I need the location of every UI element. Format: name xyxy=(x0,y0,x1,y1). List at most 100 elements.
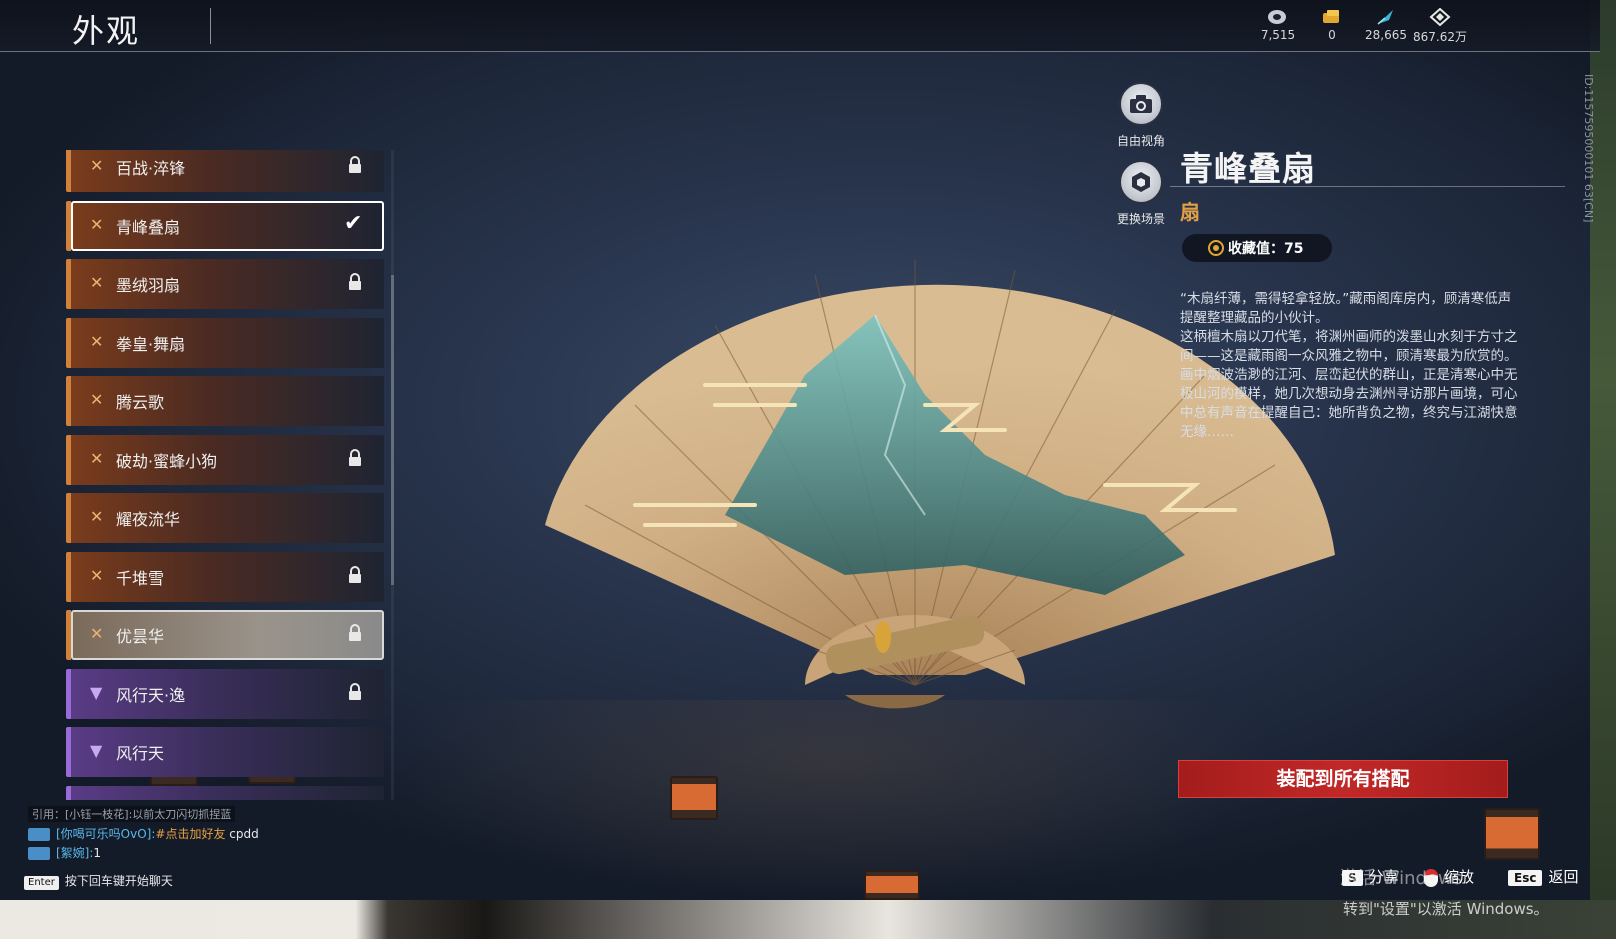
list-item[interactable]: ✕ 千堆雪 xyxy=(66,551,384,602)
list-item[interactable]: ✕ 青峰叠扇 ✔ xyxy=(66,200,384,251)
chat-panel[interactable]: 引用：[小钰一枝花]:以前太刀闪切抓捏蓝 [你喝可乐吗OvO]:#点击加好友 c… xyxy=(28,806,428,863)
cross-emblem-icon: ✕ xyxy=(90,331,104,351)
trident-emblem-icon: ▼ xyxy=(90,682,103,702)
change-scene-label: 更换场景 xyxy=(1116,212,1165,226)
list-item[interactable]: ▼ 风行天·幽 xyxy=(66,785,384,801)
list-item-label: 百战·淬锋 xyxy=(116,159,186,178)
channel-tag-icon xyxy=(28,847,50,860)
list-item-label: 风行天·幽 xyxy=(116,799,185,801)
free-view-button[interactable]: 自由视角 xyxy=(1101,82,1181,149)
item-description: “木扇纤薄，需得轻拿轻放。”藏雨阁库房内，顾清寒低声提醒整理藏品的小伙计。 这柄… xyxy=(1180,290,1520,442)
lantern-decoration xyxy=(864,870,920,900)
lock-icon xyxy=(349,565,361,583)
appearance-list: ✕ 百战·淬锋 ✕ 青峰叠扇 ✔ ✕ 墨绒羽扇 ✕ 拳皇·舞扇 ✕ 腾云歌 ✕ 破劫·蜜蜂小狗 ✕ 耀夜流华… xyxy=(66,150,396,800)
lock-icon xyxy=(349,448,361,466)
cross-emblem-icon: ✕ xyxy=(90,624,104,643)
chat-hint-text: 按下回车键开始聊天 xyxy=(64,874,173,888)
collect-icon xyxy=(1208,240,1224,256)
list-item[interactable]: ✕ 耀夜流华 xyxy=(66,493,384,543)
activation-watermark-text: 转到"设置"以激活 Windows。 xyxy=(1343,900,1549,918)
lantern-decoration xyxy=(1484,808,1540,860)
currency-feather-value: 28,665 xyxy=(1365,28,1407,42)
cross-emblem-icon: ✕ xyxy=(90,214,104,234)
cross-emblem-icon: ✕ xyxy=(90,390,104,409)
currency-ticket-value: 0 xyxy=(1328,28,1336,42)
list-item[interactable]: ✕ 优昙华 xyxy=(66,610,384,660)
lock-icon xyxy=(349,273,361,290)
chat-sender[interactable]: [絮婉]: xyxy=(56,846,93,860)
trident-emblem-icon: ▼ xyxy=(90,741,103,760)
chat-quote: 引用：[小钰一枝花]:以前太刀闪切抓捏蓝 xyxy=(28,806,236,822)
currency-jade[interactable]: 7,515 xyxy=(1248,8,1308,42)
lock-icon xyxy=(349,624,361,641)
currency-diamond-value: 867.62万 xyxy=(1413,30,1467,44)
title-divider xyxy=(210,8,211,44)
ticket-icon xyxy=(1323,10,1339,23)
chat-add-friend-link[interactable]: #点击加好友 xyxy=(155,827,225,841)
esc-key-icon: Esc xyxy=(1508,870,1543,886)
feather-icon xyxy=(1377,10,1393,25)
chat-message: [絮婉]:1 xyxy=(28,844,428,860)
currency-jade-value: 7,515 xyxy=(1260,28,1296,42)
cross-emblem-icon: ✕ xyxy=(90,507,104,526)
list-item-label: 青峰叠扇 xyxy=(116,217,181,237)
name-divider xyxy=(1170,186,1565,187)
free-view-label: 自由视角 xyxy=(1116,134,1165,148)
description-paragraph: “木扇纤薄，需得轻拿轻放。”藏雨阁库房内，顾清寒低声提醒整理藏品的小伙计。 xyxy=(1180,291,1512,326)
currency-feather[interactable]: 28,665 xyxy=(1356,8,1416,42)
list-item[interactable]: ▼ 风行天·逸 xyxy=(66,668,384,719)
cross-emblem-icon: ✕ xyxy=(90,273,104,292)
back-button[interactable]: Esc 返回 xyxy=(1508,866,1578,887)
change-scene-button[interactable]: 更换场景 xyxy=(1101,160,1181,227)
item-type: 扇 xyxy=(1180,200,1200,224)
jade-icon xyxy=(1268,10,1286,24)
list-item-label: 千堆雪 xyxy=(116,568,165,588)
list-item-label: 破劫·蜜蜂小狗 xyxy=(116,451,218,471)
cube-icon xyxy=(1119,160,1163,204)
cross-emblem-icon: ✕ xyxy=(90,565,104,585)
list-item-label: 风行天·逸 xyxy=(116,685,186,705)
chat-quote-line: 引用：[小钰一枝花]:以前太刀闪切抓捏蓝 xyxy=(28,806,428,822)
list-item[interactable]: ✕ 破劫·蜜蜂小狗 xyxy=(66,434,384,485)
lock-icon xyxy=(349,682,361,700)
lock-icon xyxy=(349,156,361,173)
collect-value-badge: 收藏值：75 xyxy=(1182,234,1332,262)
back-label: 返回 xyxy=(1548,868,1579,886)
camera-icon xyxy=(1119,82,1163,126)
chat-input-hint[interactable]: Enter 按下回车键开始聊天 xyxy=(24,872,173,890)
list-item[interactable]: ▼ 风行天 xyxy=(66,727,384,777)
cross-emblem-icon: ✕ xyxy=(90,448,104,468)
cross-emblem-icon: ✕ xyxy=(90,156,104,175)
equip-all-button[interactable]: 装配到所有搭配 xyxy=(1178,760,1508,798)
list-item[interactable]: ✕ 墨绒羽扇 xyxy=(66,259,384,309)
description-paragraph: 这柄檀木扇以刀代笔，将渊州画师的泼墨山水刻于方寸之间——这是藏雨阁一众风雅之物中… xyxy=(1180,329,1518,364)
chat-sender[interactable]: [你喝可乐吗OvO]: xyxy=(56,827,155,841)
chat-text: 1 xyxy=(93,846,102,860)
player-id: ID:1157595000101 63[CN] xyxy=(1582,74,1595,223)
list-scrollbar-thumb[interactable] xyxy=(391,275,394,585)
enter-key-icon: Enter xyxy=(24,876,59,890)
list-item-label: 墨绒羽扇 xyxy=(116,276,181,295)
channel-tag-icon xyxy=(28,828,50,841)
currency-diamond[interactable]: 867.62万 xyxy=(1410,8,1470,45)
list-item-label: 风行天 xyxy=(116,744,165,763)
page-title: 外观 xyxy=(72,12,141,50)
description-paragraph: 画中烟波浩渺的江河、层峦起伏的群山，正是清寒心中无极山河的模样，她几次想动身去渊… xyxy=(1180,367,1518,440)
list-item[interactable]: ✕ 拳皇·舞扇 xyxy=(66,317,384,368)
chat-text: cpdd xyxy=(225,827,259,841)
list-item-label: 腾云歌 xyxy=(116,393,165,412)
list-item-label: 优昙华 xyxy=(116,627,165,646)
check-icon: ✔ xyxy=(344,210,363,236)
chat-message: [你喝可乐吗OvO]:#点击加好友 cpdd xyxy=(28,825,428,841)
collect-value-text: 收藏值：75 xyxy=(1228,241,1304,257)
list-item[interactable]: ✕ 百战·淬锋 xyxy=(66,150,384,192)
currency-ticket[interactable]: 0 xyxy=(1302,8,1362,42)
list-item[interactable]: ✕ 腾云歌 xyxy=(66,376,384,426)
water-reflection xyxy=(380,700,1280,900)
top-bar: 外观 7,515 0 28,665 867.62万 xyxy=(0,0,1600,52)
activation-watermark-title: 激活 Windows xyxy=(1340,868,1463,889)
trident-emblem-icon: ▼ xyxy=(90,800,102,801)
diamond-icon xyxy=(1429,8,1451,26)
list-item-label: 拳皇·舞扇 xyxy=(116,334,186,354)
item-name: 青峰叠扇 xyxy=(1180,149,1316,188)
